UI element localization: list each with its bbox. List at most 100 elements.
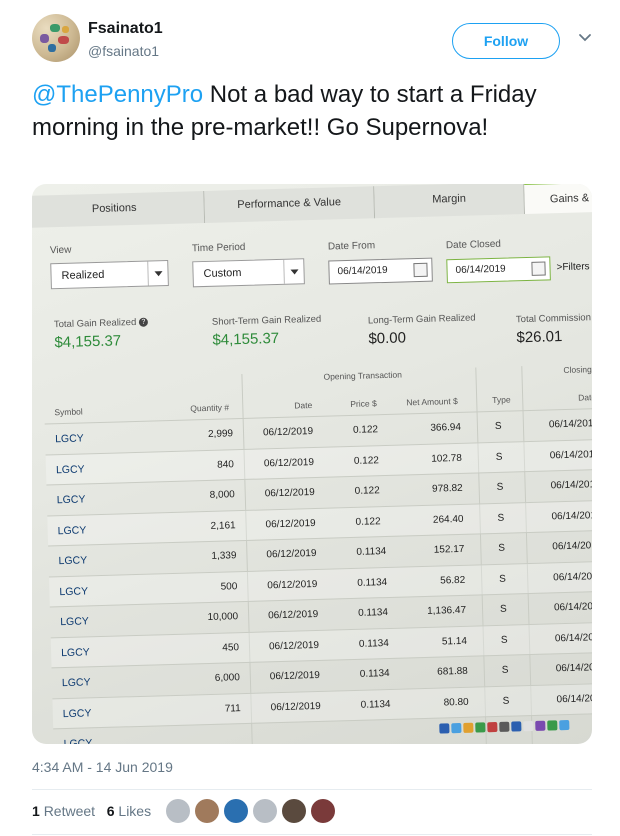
help-icon: ? (138, 317, 149, 327)
gains-table: Opening Transaction Closing Tr Symbol Qu… (43, 363, 592, 744)
cell-qty (203, 733, 241, 734)
col-price: Price $ (350, 398, 377, 409)
cell-symbol: LGCY (62, 706, 92, 720)
cell-symbol: LGCY (61, 676, 91, 690)
cell-qty: 10,000 (207, 611, 239, 624)
cell-symbol: LGCY (59, 584, 89, 598)
author-display-name[interactable]: Fsainato1 (88, 20, 163, 38)
retweet-label[interactable]: Retweet (44, 803, 95, 819)
author-handle[interactable]: @fsainato1 (88, 43, 159, 59)
date-from-value: 06/14/2019 (337, 264, 388, 278)
tweet-header: Fsainato1 @fsainato1 Follow (32, 14, 592, 66)
liker-avatar[interactable] (311, 799, 335, 823)
mention-link[interactable]: @ThePennyPro (32, 81, 203, 108)
summary-label: Short-Term Gain Realized (211, 313, 322, 328)
time-period-select: Custom (192, 258, 305, 288)
cell-net: 681.88 (437, 665, 468, 678)
cell-qty: 2,161 (210, 519, 236, 532)
cell-type: S (499, 603, 507, 615)
cell-symbol: LGCY (63, 737, 93, 744)
cell-date: 06/12/2019 (266, 547, 317, 561)
cell-date: 06/12/2019 (265, 517, 316, 530)
divider (32, 789, 592, 790)
summary-label: Total Commission & (515, 311, 592, 326)
cell-symbol: LGCY (58, 554, 88, 568)
follow-button[interactable]: Follow (452, 23, 560, 59)
cell-qty: 711 (224, 702, 241, 715)
cell-close-date: 06/14/2019 (548, 418, 592, 431)
view-label: View (49, 244, 72, 257)
view-select-value: Realized (61, 268, 105, 282)
cell-net: 978.82 (431, 482, 463, 495)
cell-date: 06/12/2019 (263, 456, 315, 469)
cell-type: S (495, 451, 503, 463)
like-label[interactable]: Likes (118, 803, 151, 819)
liker-avatar[interactable] (253, 799, 277, 823)
date-closed-label: Date Closed (445, 238, 502, 252)
liker-avatar[interactable] (195, 799, 219, 823)
cell-qty: 1,339 (211, 550, 237, 562)
summary-label: Long-Term Gain Realized (367, 312, 476, 327)
cell-net: 152.17 (433, 543, 465, 556)
tab-margin: Margin (374, 184, 526, 219)
author-avatar[interactable] (32, 14, 80, 62)
calendar-icon (531, 261, 546, 276)
cell-date: 06/12/2019 (268, 639, 320, 652)
dropdown-caret-icon (147, 261, 168, 286)
cell-qty: 2,999 (207, 428, 234, 440)
liker-avatar[interactable] (224, 799, 248, 823)
tab-bar: Positions Performance & Value Margin Gai… (32, 184, 592, 228)
cell-net: 51.14 (441, 635, 468, 648)
cell-qty: 500 (220, 580, 238, 593)
summary-label: Total Gain Realized ? (54, 317, 149, 330)
tab-performance: Performance & Value (204, 186, 376, 223)
cell-type: S (500, 634, 508, 646)
cell-type: S (502, 695, 510, 707)
cell-close-date: 06/14/2019 (556, 692, 592, 705)
tab-gains: Gains & L (524, 184, 592, 215)
cell-net: 80.80 (443, 696, 469, 708)
tweet-stats: 1 Retweet 6 Likes (32, 803, 151, 819)
cell-price: 0.122 (352, 424, 379, 436)
cell-type: S (501, 664, 509, 676)
table-body: LGCY 2,999 06/12/2019 0.122 366.94 S 06/14/201… (43, 363, 592, 744)
date-closed-field: 06/14/2019 (446, 256, 551, 284)
liker-avatar[interactable] (166, 799, 190, 823)
cell-price: 0.1134 (358, 637, 389, 650)
cell-date: 06/12/2019 (267, 608, 319, 622)
tweet-timestamp[interactable]: 4:34 AM - 14 Jun 2019 (32, 759, 173, 775)
cell-symbol: LGCY (55, 462, 85, 476)
cell-date: 06/12/2019 (262, 426, 314, 439)
cell-type: S (496, 481, 504, 493)
liker-avatar[interactable] (282, 799, 306, 823)
chevron-down-icon[interactable] (576, 28, 594, 46)
cell-close-date: 06/14/2019 (552, 539, 592, 553)
cell-close-date: 06/14/2019 (551, 509, 592, 522)
cell-close-date: 06/14/2019 (553, 600, 592, 614)
col-type: Type (492, 394, 511, 406)
col-quantity: Quantity # (190, 402, 230, 414)
opening-transaction-header: Opening Transaction (323, 369, 403, 382)
date-from-label: Date From (327, 240, 376, 253)
cell-price: 0.1134 (357, 576, 388, 589)
like-count[interactable]: 6 (107, 803, 115, 819)
col-open-date: Date (294, 400, 313, 411)
filters-link: >Filters (556, 261, 590, 274)
tweet-photo[interactable]: Positions Performance & Value Margin Gai… (32, 184, 592, 744)
cell-symbol: LGCY (54, 432, 84, 446)
view-select: Realized (50, 260, 169, 290)
cell-qty: 450 (222, 641, 240, 654)
cell-symbol: LGCY (57, 523, 87, 537)
cell-net: 102.78 (431, 452, 462, 465)
summary-short-term-gain: $4,155.37 (212, 329, 280, 349)
dropdown-caret-icon (283, 259, 304, 284)
cell-net: 1,136.47 (427, 604, 467, 617)
cell-net: 264.40 (432, 513, 464, 526)
cell-type: S (498, 542, 506, 554)
cell-symbol: LGCY (60, 645, 90, 659)
cell-net: 366.94 (430, 421, 462, 434)
retweet-count[interactable]: 1 (32, 803, 40, 819)
col-symbol: Symbol (54, 406, 83, 418)
date-from-field: 06/14/2019 (328, 257, 433, 285)
cell-date: 06/12/2019 (270, 700, 321, 713)
